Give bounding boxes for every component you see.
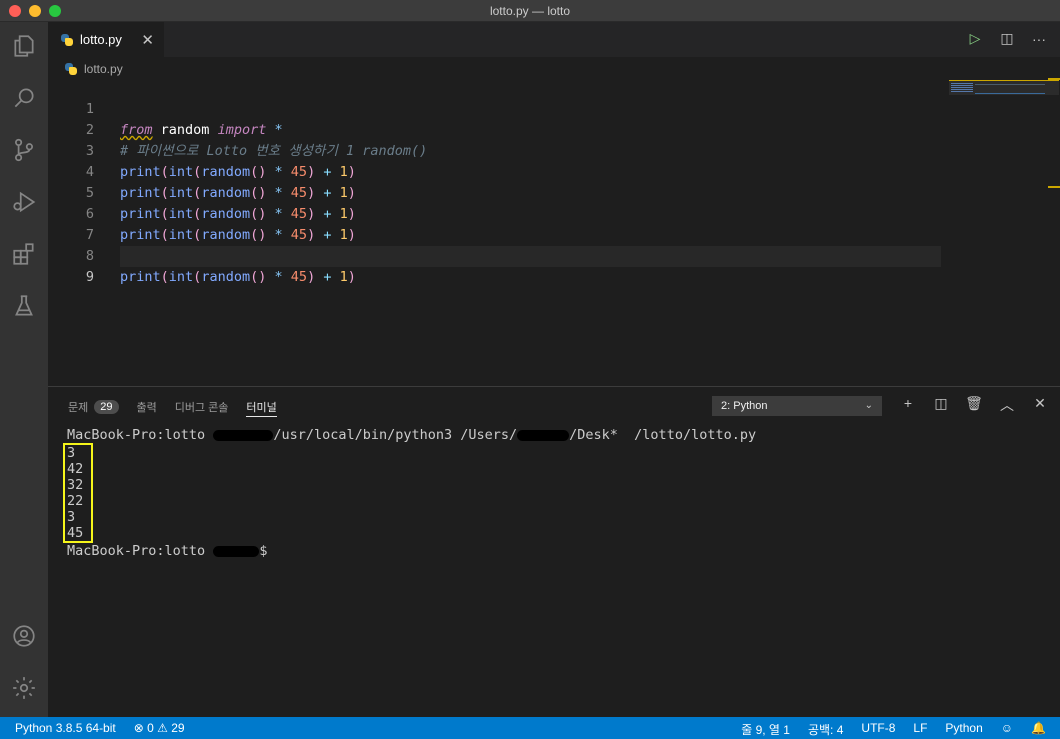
problems-status[interactable]: ⊗ 0 ⚠ 29 [134, 721, 185, 735]
panel-actions: + ◫ 🗑 ︿ ✕ [898, 395, 1050, 415]
tab-problems-label: 문제 [68, 402, 89, 414]
code-line[interactable]: 1 from random import * [48, 78, 1060, 138]
new-terminal-icon[interactable]: + [898, 395, 918, 415]
code-line[interactable]: 8 print(int(random() * 45) + 1) [48, 225, 1060, 285]
bottom-panel: 문제 29 출력 디버그 콘솔 터미널 2: Python ⌄ + ◫ 🗑 ︿ … [48, 386, 1060, 717]
settings-gear-icon[interactable] [0, 668, 48, 708]
code-line[interactable]: 4 print(int(random() * 45) + 1) [48, 141, 1060, 201]
terminal-select[interactable]: 2: Python ⌄ [712, 396, 882, 416]
python-file-icon [64, 62, 78, 76]
account-icon[interactable] [0, 616, 48, 656]
testing-flask-icon[interactable] [0, 286, 48, 326]
close-panel-icon[interactable]: ✕ [1030, 395, 1050, 415]
tab-debug-console[interactable]: 디버그 콘솔 [175, 397, 229, 417]
code-line[interactable]: 6 print(int(random() * 45) + 1) [48, 183, 1060, 243]
redacted-username [213, 545, 260, 557]
terminal-select-value: 2: Python [721, 400, 768, 412]
output-number: 3 [67, 509, 76, 525]
tab-output-label: 출력 [136, 402, 157, 414]
output-number: 32 [67, 477, 84, 493]
code-editor[interactable]: 1 from random import * 2 # 파이썬으로 Lotto 번… [48, 78, 1060, 285]
output-number: 45 [67, 525, 84, 541]
status-bar: Python 3.8.5 64-bit ⊗ 0 ⚠ 29 줄 9, 열 1 공백… [0, 717, 1060, 739]
source-control-icon[interactable] [0, 130, 48, 170]
python-file-icon [60, 33, 74, 47]
extensions-icon[interactable] [0, 234, 48, 274]
tab-debug-console-label: 디버그 콘솔 [174, 402, 229, 414]
scrollbar-marker [1048, 186, 1060, 188]
highlighted-output-box: 3 42 32 22 3 45 [63, 443, 93, 543]
tab-lotto-py[interactable]: lotto.py ✕ [48, 22, 164, 57]
terminal-output[interactable]: MacBook-Pro:lotto /usr/local/bin/python3… [63, 427, 757, 559]
notifications-bell-icon[interactable]: 🔔 [1031, 721, 1046, 738]
output-number: 22 [67, 493, 84, 509]
tab-close-icon[interactable]: ✕ [141, 31, 154, 49]
problems-count-badge: 29 [94, 400, 119, 414]
code-line[interactable]: 2 # 파이썬으로 Lotto 번호 생성하기 1 random() [48, 99, 1060, 159]
editor-area: lotto.py ✕ ▷ ◫ ··· lotto.py 1 from rando… [48, 22, 1060, 386]
feedback-icon[interactable]: ☺ [1001, 721, 1013, 738]
title-bar: lotto.py — lotto [0, 0, 1060, 22]
tab-terminal[interactable]: 터미널 [246, 397, 277, 417]
cursor-position-status[interactable]: 줄 9, 열 1 [741, 721, 790, 738]
output-number: 42 [67, 461, 84, 477]
editor-tab-bar: lotto.py ✕ ▷ ◫ ··· [48, 22, 1060, 57]
more-actions-icon[interactable]: ··· [1030, 31, 1048, 47]
activity-bar [0, 22, 48, 717]
indentation-status[interactable]: 공백: 4 [808, 721, 843, 738]
terminal-prompt-line: MacBook-Pro:lotto $ [67, 543, 268, 559]
explorer-icon[interactable] [0, 26, 48, 66]
language-mode-status[interactable]: Python [945, 721, 982, 738]
tab-problems[interactable]: 문제 29 [68, 397, 119, 417]
run-file-icon[interactable]: ▷ [966, 30, 984, 47]
tab-terminal-label: 터미널 [246, 401, 277, 414]
run-debug-icon[interactable] [0, 182, 48, 222]
scrollbar-marker [1048, 78, 1060, 80]
split-terminal-icon[interactable]: ◫ [931, 395, 951, 415]
kill-terminal-trash-icon[interactable]: 🗑 [964, 395, 984, 415]
eol-status[interactable]: LF [913, 721, 927, 738]
redacted-username [213, 429, 274, 441]
code-line[interactable]: 5 print(int(random() * 45) + 1) [48, 162, 1060, 222]
chevron-down-icon: ⌄ [864, 400, 873, 411]
minimap[interactable] [949, 80, 1059, 96]
panel-tabs: 문제 29 출력 디버그 콘솔 터미널 [68, 397, 277, 417]
redacted-username [517, 429, 570, 441]
breadcrumb[interactable]: lotto.py [64, 60, 123, 78]
tab-output[interactable]: 출력 [137, 397, 157, 417]
code-line-current[interactable]: 9 [48, 246, 1060, 285]
search-icon[interactable] [0, 78, 48, 118]
editor-actions: ▷ ◫ ··· [966, 30, 1048, 47]
code-line[interactable]: 3 print(int(random() * 45) + 1) [48, 120, 1060, 180]
python-interpreter-status[interactable]: Python 3.8.5 64-bit [15, 721, 116, 735]
line-number: 9 [85, 269, 94, 285]
code-line[interactable]: 7 print(int(random() * 45) + 1) [48, 204, 1060, 264]
tab-label: lotto.py [80, 32, 122, 47]
split-editor-icon[interactable]: ◫ [998, 30, 1016, 47]
encoding-status[interactable]: UTF-8 [861, 721, 895, 738]
breadcrumb-file[interactable]: lotto.py [84, 62, 123, 76]
maximize-panel-icon[interactable]: ︿ [997, 395, 1017, 415]
output-number: 3 [67, 445, 76, 461]
terminal-command-line: MacBook-Pro:lotto /usr/local/bin/python3… [67, 427, 757, 443]
print-statement: print(int(random() * 45) + 1) [120, 269, 356, 285]
window-title: lotto.py — lotto [489, 4, 571, 18]
